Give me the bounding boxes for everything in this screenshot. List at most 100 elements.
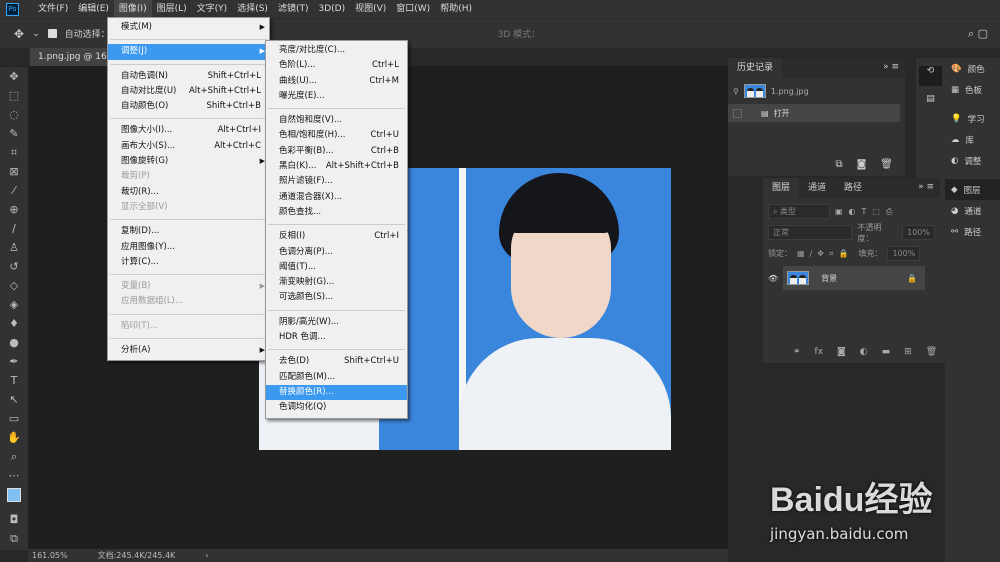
move-tool-icon[interactable]: ✥ — [0, 67, 28, 86]
menu-item[interactable]: 颜色查找... — [266, 205, 407, 220]
chevron-down-icon[interactable]: ⌄ — [32, 29, 40, 39]
add-mask-icon[interactable]: ◙ — [837, 347, 846, 357]
zoom-tool-icon[interactable]: ⌕ — [0, 447, 28, 466]
camera-icon[interactable]: ◙ — [857, 159, 867, 170]
group-folder-icon[interactable]: ▬ — [882, 347, 891, 357]
brush-tool-icon[interactable]: ∕ — [0, 219, 28, 238]
snapshot-name[interactable]: 1.png.jpg — [771, 87, 809, 96]
tab-layers[interactable]: 图层 — [763, 178, 800, 198]
menu-8[interactable]: 视图(V) — [350, 0, 391, 18]
trash-icon[interactable]: 🗑 — [880, 159, 893, 170]
menu-5[interactable]: 选择(S) — [232, 0, 273, 18]
paint-bucket-tool-icon[interactable]: ◈ — [0, 295, 28, 314]
filter-icons[interactable]: ▣◐T⬚⎙ — [835, 207, 898, 217]
history-panel-icon[interactable]: ⟲ — [919, 66, 942, 86]
menu-item[interactable]: 画布大小(S)... Alt+Ctrl+C — [108, 139, 269, 154]
opacity-input[interactable]: 100% — [902, 225, 935, 240]
menu-item[interactable]: 应用图像(Y)... — [108, 240, 269, 255]
history-brush-source-icon[interactable]: ⚲ — [733, 87, 739, 96]
side-panel-6[interactable]: ◕ 通道 — [945, 200, 1000, 221]
menu-item[interactable]: 裁切(R)... — [108, 185, 269, 200]
zoom-level[interactable]: 161.05% — [32, 551, 68, 560]
menu-item[interactable]: 黑白(K)... Alt+Shift+Ctrl+B — [266, 159, 407, 174]
panel-menu-icon[interactable]: » ≡ — [918, 182, 934, 192]
blend-mode-select[interactable]: 正常 — [768, 225, 853, 240]
eye-icon[interactable]: 👁 — [768, 274, 778, 283]
menu-item[interactable]: 图像大小(I)... Alt+Ctrl+I — [108, 123, 269, 138]
eraser-tool-icon[interactable]: ◇ — [0, 276, 28, 295]
layer-filter-select[interactable]: ⌕ 类型 — [768, 204, 830, 219]
menu-item[interactable]: 图像旋转(G) ▶ — [108, 154, 269, 169]
menu-item[interactable]: 照片滤镜(F)... — [266, 174, 407, 189]
menu-4[interactable]: 文字(Y) — [192, 0, 233, 18]
menu-10[interactable]: 帮助(H) — [435, 0, 477, 18]
lock-icons[interactable]: ▦∕✥⌗🔒 — [797, 249, 853, 259]
menu-item[interactable]: 复制(D)... — [108, 224, 269, 239]
menu-item[interactable]: HDR 色调... — [266, 330, 407, 345]
menu-item[interactable]: 色阶(L)... Ctrl+L — [266, 58, 407, 73]
fx-icon[interactable]: fx — [815, 347, 824, 357]
menu-7[interactable]: 3D(D) — [313, 0, 350, 18]
shape-tool-icon[interactable]: ▭ — [0, 409, 28, 428]
menu-item[interactable]: 亮度/对比度(C)... — [266, 43, 407, 58]
new-layer-icon[interactable]: ⊞ — [904, 347, 912, 357]
history-source-checkbox[interactable] — [733, 108, 742, 118]
more-tools-icon[interactable]: ⋯ — [0, 466, 28, 485]
panel-menu-icon[interactable]: » ≡ — [883, 62, 899, 72]
menu-item[interactable]: 模式(M) ▶ — [108, 20, 269, 35]
menu-item[interactable]: 替换颜色(R)... — [266, 384, 407, 401]
menu-item[interactable]: 阈值(T)... — [266, 260, 407, 275]
tab-channels[interactable]: 通道 — [799, 178, 835, 198]
quick-mask-icon[interactable]: ◘ — [0, 510, 28, 529]
hand-tool-icon[interactable]: ✋ — [0, 428, 28, 447]
path-select-tool-icon[interactable]: ↖ — [0, 390, 28, 409]
menu-item[interactable]: 阴影/高光(W)... — [266, 315, 407, 330]
menu-item[interactable]: 计算(C)... — [108, 255, 269, 270]
type-tool-icon[interactable]: T — [0, 371, 28, 390]
menu-item[interactable]: 自动颜色(O) Shift+Ctrl+B — [108, 99, 269, 114]
menu-item[interactable]: 自然饱和度(V)... — [266, 113, 407, 128]
side-panel-3[interactable]: ☁ 库 — [945, 129, 1000, 150]
healing-tool-icon[interactable]: ⊕ — [0, 200, 28, 219]
menu-item[interactable]: 色调分离(P)... — [266, 245, 407, 260]
foreground-color-swatch[interactable] — [0, 485, 28, 504]
history-step-open[interactable]: 打开 — [774, 108, 790, 119]
fill-input[interactable]: 100% — [887, 246, 921, 261]
crop-tool-icon[interactable]: ⌗ — [0, 143, 28, 162]
menu-item[interactable]: 调整(J) ▶ — [108, 44, 269, 60]
search-icon[interactable]: ⌕ ▢ — [968, 27, 988, 41]
side-panel-1[interactable]: ▦ 色板 — [945, 79, 1000, 100]
eyedropper-tool-icon[interactable]: ⁄ — [0, 181, 28, 200]
menu-6[interactable]: 滤镜(T) — [273, 0, 314, 18]
menu-item[interactable]: 反相(I) Ctrl+I — [266, 229, 407, 244]
adjustment-layer-icon[interactable]: ◐ — [860, 347, 868, 357]
menu-item[interactable]: 色相/饱和度(H)... Ctrl+U — [266, 128, 407, 143]
move-tool-icon[interactable]: ✥ — [14, 27, 24, 41]
menu-item[interactable]: 色彩平衡(B)... Ctrl+B — [266, 144, 407, 159]
link-layers-icon[interactable]: ⚭ — [793, 347, 801, 357]
status-arrow-icon[interactable]: › — [205, 551, 208, 560]
menu-item[interactable]: 色调均化(Q) — [266, 400, 407, 415]
menu-item[interactable]: 通道混合器(X)... — [266, 190, 407, 205]
new-document-from-state-icon[interactable]: ⧉ — [835, 159, 842, 170]
history-brush-tool-icon[interactable]: ↺ — [0, 257, 28, 276]
tab-paths[interactable]: 路径 — [835, 178, 871, 198]
dodge-tool-icon[interactable]: ● — [0, 333, 28, 352]
menu-9[interactable]: 窗口(W) — [391, 0, 435, 18]
side-panel-0[interactable]: 🎨 颜色 — [945, 58, 1000, 79]
menu-1[interactable]: 编辑(E) — [73, 0, 114, 18]
lasso-tool-icon[interactable]: ◌ — [0, 105, 28, 124]
side-panel-5[interactable]: ◆ 图层 — [945, 179, 1000, 200]
menu-item[interactable]: 渐变映射(G)... — [266, 275, 407, 290]
side-panel-7[interactable]: ⚯ 路径 — [945, 221, 1000, 242]
stamp-tool-icon[interactable]: ♙ — [0, 238, 28, 257]
pen-tool-icon[interactable]: ✒ — [0, 352, 28, 371]
quick-select-tool-icon[interactable]: ✎ — [0, 124, 28, 143]
screen-mode-icon[interactable]: ⧉ — [0, 529, 28, 548]
layer-name[interactable]: 背景 — [821, 273, 837, 284]
menu-item[interactable]: 曲线(U)... Ctrl+M — [266, 74, 407, 89]
auto-select-checkbox[interactable] — [47, 29, 57, 38]
layer-row[interactable]: 👁 背景 🔒 — [763, 266, 940, 290]
properties-panel-icon[interactable]: ▤ — [919, 94, 942, 104]
side-panel-2[interactable]: 💡 学习 — [945, 108, 1000, 129]
